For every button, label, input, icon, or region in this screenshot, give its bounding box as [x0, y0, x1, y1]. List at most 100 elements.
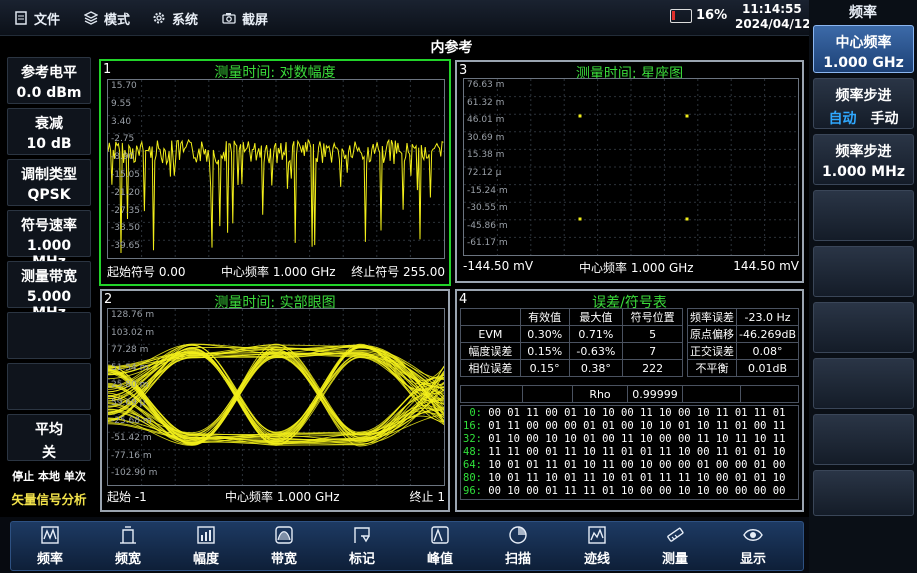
constellation-point	[578, 217, 582, 221]
screenshot-menu[interactable]: 截屏	[222, 8, 268, 28]
toolbar-button-trace[interactable]: 迹线	[562, 524, 632, 567]
amplitude-icon	[171, 524, 241, 546]
toolbar-button-label: 测量	[661, 552, 688, 567]
center-frequency-label: 中心频率	[835, 35, 892, 51]
toolbar-button-display[interactable]: 显示	[718, 524, 788, 567]
symbol-rate-label: 符号速率	[21, 218, 77, 234]
step-manual-option[interactable]: 手动	[871, 111, 899, 127]
header-cell: 有效值	[519, 308, 570, 326]
table-cell: 5	[622, 325, 683, 343]
table-cell: 0.30%	[519, 325, 570, 343]
y-axis-tick-label: -102.90 m	[111, 468, 158, 479]
empty-param-box-1	[7, 312, 91, 359]
y-axis-tick-label: -39.65	[111, 241, 141, 252]
eye-diagram-trace	[107, 309, 445, 485]
error-summary-table: 有效值 最大值 符号位置 EVM 0.30% 0.71% 5 幅度误差 0.15…	[460, 308, 683, 377]
table-row: 原点偏移 -46.269dB	[687, 325, 799, 343]
average-label: 平均	[35, 422, 63, 438]
y-axis-tick-label: 59.69 μ	[111, 398, 146, 408]
frequency-step-label: 频率步进	[835, 144, 892, 160]
toolbar-button-label: 显示	[739, 552, 766, 567]
toolbar-button-bandwidth[interactable]: 带宽	[249, 524, 319, 567]
modulation-type-box[interactable]: 调制类型 QPSK	[7, 159, 91, 206]
header-cell: 最大值	[568, 308, 624, 326]
table-cell: 7	[622, 342, 683, 360]
log-magnitude-trace	[107, 80, 444, 258]
symbol-row: 0: 00 01 11 00 01 10 10 00 11 10 00 10 1…	[463, 407, 785, 419]
average-box[interactable]: 平均 关	[7, 414, 91, 461]
sweep-icon	[483, 524, 553, 546]
toolbar-button-freq[interactable]: 频率	[15, 524, 85, 567]
eye-diagram-plot: 128.76 m 103.02 m 77.28 m 51.54 m 25.80 m 59.…	[107, 308, 445, 486]
reference-level-box[interactable]: 参考电平 0.0 dBm	[7, 57, 91, 104]
file-menu-label: 文件	[34, 12, 61, 28]
table-cell: -23.0 Hz	[736, 308, 799, 326]
symbol-row: 80: 10 01 11 10 01 11 10 01 01 11 11 10 …	[463, 472, 785, 484]
window-1-log-magnitude[interactable]: 1 测量时间: 对数幅度 15.70 9.55 3.40 -2.75 -8.90 -15.…	[99, 59, 451, 286]
y-axis-tick-label: 46.01 m	[467, 115, 505, 126]
empty-softkey-4[interactable]	[813, 190, 914, 241]
symbol-row-index: 96:	[463, 485, 482, 497]
step-auto-option[interactable]: 自动	[829, 111, 857, 127]
empty-softkey-9[interactable]	[813, 470, 914, 516]
attenuation-box[interactable]: 衰减 10 dB	[7, 108, 91, 155]
mode-menu[interactable]: 模式	[84, 8, 130, 28]
empty-softkey-5[interactable]	[813, 246, 914, 297]
main-title: 内参考	[430, 40, 473, 56]
clock-time: 11:14:55	[742, 2, 802, 16]
center-frequency-softkey[interactable]: 中心频率 1.000 GHz	[813, 25, 914, 73]
toolbar-button-label: 带宽	[270, 552, 297, 567]
empty-softkey-8[interactable]	[813, 414, 914, 465]
trace-icon	[562, 524, 632, 546]
y-axis-tick-label: -15.24 m	[467, 185, 508, 196]
y-axis-tick-label: 9.55	[111, 98, 132, 109]
y-axis-tick-label: -2.75	[111, 134, 135, 145]
table-cell: 0.71%	[568, 325, 624, 343]
window-3-constellation[interactable]: 3 测量时间: 星座图 76.63 m 61.32 m 46.01 m 30.69 m…	[455, 60, 804, 283]
symbol-rate-box[interactable]: 符号速率 1.000 MHz	[7, 210, 91, 270]
log-magnitude-plot: 15.70 9.55 3.40 -2.75 -8.90 -15.05 -21.20 -27.3…	[107, 79, 445, 259]
freq-icon	[15, 524, 85, 546]
window-2-eye-diagram[interactable]: 2 测量时间: 实部眼图 128.76 m 103.02 m 77.28 m 51.5…	[100, 289, 450, 512]
analyzer-mode-label: 矢量信号分析	[11, 492, 87, 507]
toolbar-button-span[interactable]: 频宽	[93, 524, 163, 567]
y-axis-tick-label: 103.02 m	[111, 327, 155, 338]
measure-icon	[640, 524, 710, 546]
y-axis-tick-label: -51.42 m	[111, 433, 152, 444]
toolbar-button-measure[interactable]: 测量	[640, 524, 710, 567]
file-menu[interactable]: 文件	[14, 8, 60, 28]
y-axis-tick-label: -61.17 m	[467, 238, 508, 249]
toolbar-button-amplitude[interactable]: 幅度	[171, 524, 241, 567]
y-axis-tick-label: -45.86 m	[467, 220, 508, 231]
y-axis-tick-label: 30.69 m	[467, 132, 505, 143]
symbol-row: 96: 00 10 00 01 11 11 01 10 00 00 10 10 …	[463, 485, 785, 497]
symbol-row-bits: 00 01 11 00 01 10 10 00 11 10 00 10 11 0…	[488, 407, 786, 419]
table-cell: 0.15%	[519, 342, 570, 360]
measurement-bandwidth-box[interactable]: 测量带宽 5.000 MHz	[7, 261, 91, 321]
empty-cell	[522, 385, 573, 403]
center-frequency-value: 1.000 GHz	[823, 55, 904, 71]
window-4-error-symbol-table[interactable]: 4 误差/符号表 有效值 最大值 符号位置 EVM 0.30% 0.71% 5 …	[455, 289, 804, 512]
row-label: 幅度误差	[460, 342, 521, 360]
frequency-step-softkey[interactable]: 频率步进 1.000 MHz	[813, 134, 914, 185]
frequency-step-mode-softkey[interactable]: 频率步进 自动 手动	[813, 78, 914, 129]
system-menu[interactable]: 系统	[152, 8, 198, 28]
symbol-row: 48: 11 11 00 01 11 10 11 01 01 11 10 00 …	[463, 446, 785, 458]
softkey-panel-title: 频率	[849, 5, 877, 21]
toolbar-button-sweep[interactable]: 扫描	[483, 524, 553, 567]
run-status-line: 停止 本地 单次	[12, 470, 86, 483]
empty-softkey-7[interactable]	[813, 358, 914, 409]
toolbar-button-marker[interactable]: 标记	[327, 524, 397, 567]
error-side-table: 频率误差 -23.0 Hz 原点偏移 -46.269dB 正交误差 0.08° 不平衡…	[687, 308, 799, 377]
toolbar-button-peak[interactable]: 峰值	[405, 524, 475, 567]
symbol-row: 16: 01 11 00 00 00 01 01 00 10 10 01 10 …	[463, 420, 785, 432]
constellation-point	[685, 114, 689, 118]
start-symbol-label: 起始符号 0.00	[107, 265, 186, 279]
span-icon	[93, 524, 163, 546]
y-axis-tick-label: -77.16 m	[111, 450, 152, 461]
rho-row: Rho 0.99999	[460, 385, 799, 403]
y-axis-tick-label: -33.50	[111, 223, 141, 234]
empty-softkey-6[interactable]	[813, 302, 914, 353]
average-value: 关	[42, 445, 56, 461]
table-row: 相位误差 0.15° 0.38° 222	[460, 359, 683, 377]
